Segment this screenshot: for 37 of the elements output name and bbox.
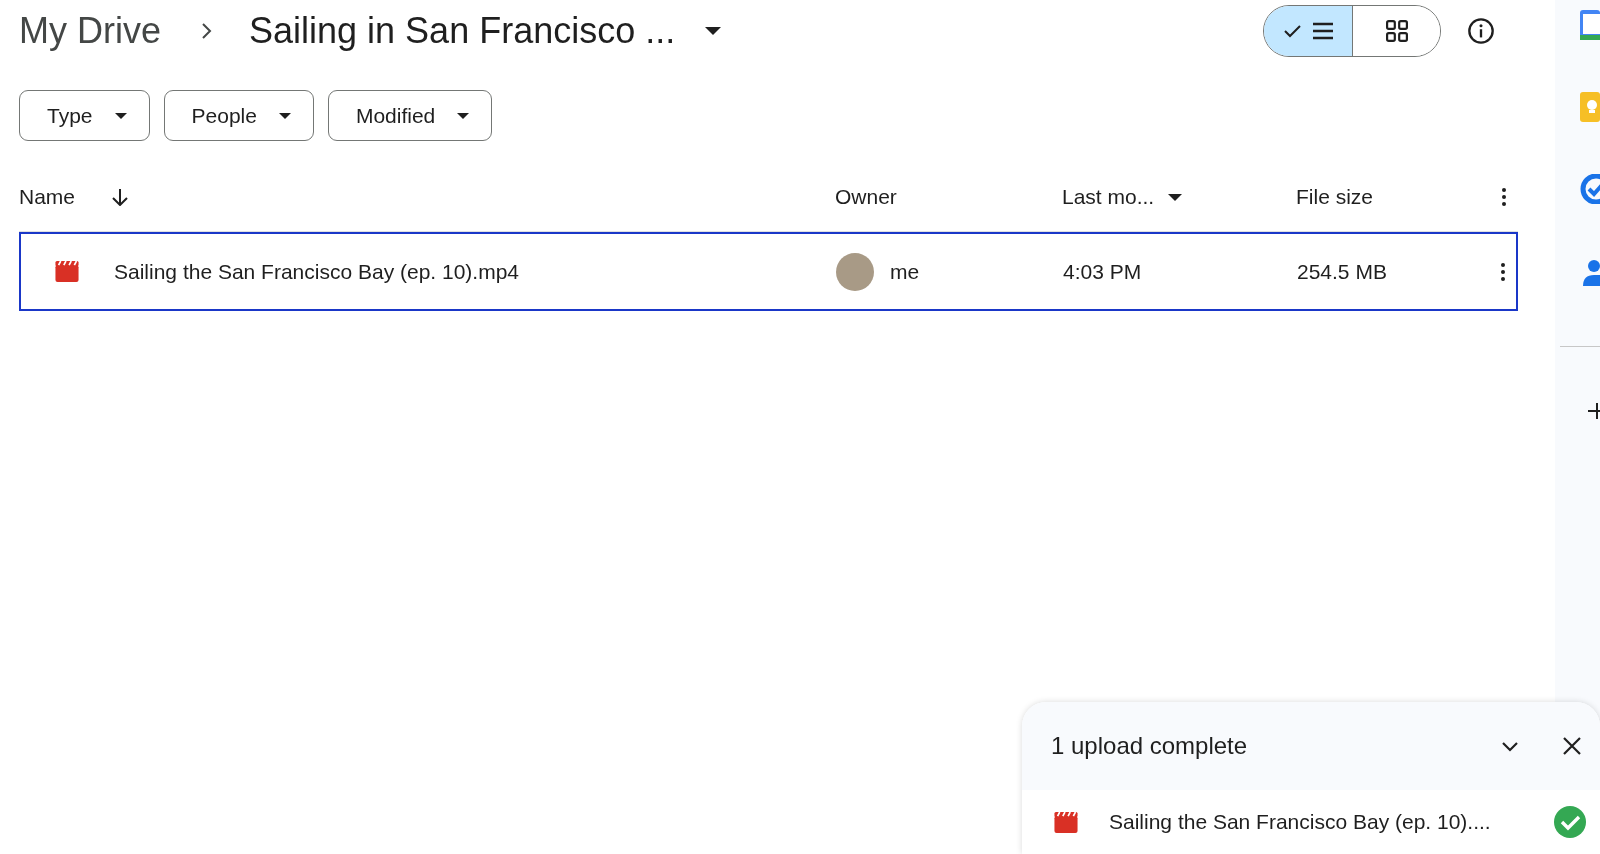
list-view-button[interactable]	[1264, 6, 1352, 56]
file-row[interactable]: Sailing the San Francisco Bay (ep. 10).mp4 me 4:03 PM 254.5 MB	[19, 232, 1518, 311]
column-header[interactable]: Owner	[835, 185, 897, 209]
add-icon[interactable]	[1588, 401, 1600, 421]
more-options-icon[interactable]	[1501, 262, 1505, 281]
info-icon[interactable]	[1467, 17, 1495, 45]
calendar-icon[interactable]	[1580, 10, 1600, 40]
uploaded-file-name[interactable]: Sailing the San Francisco Bay (ep. 10)....	[1109, 810, 1554, 834]
avatar	[836, 252, 874, 291]
breadcrumb-link[interactable]: My Drive	[19, 10, 161, 52]
column-header[interactable]: Last mo...	[1062, 185, 1155, 209]
upload-status-title: 1 upload complete	[1051, 732, 1249, 760]
filter-chip[interactable]: Modified	[327, 90, 493, 141]
filter-chip[interactable]: Type	[19, 90, 150, 141]
grid-icon	[1385, 20, 1408, 42]
file-size: 254.5 MB	[1297, 259, 1387, 284]
tasks-check-icon[interactable]	[1580, 174, 1600, 204]
column-header[interactable]: File size	[1296, 185, 1374, 209]
dropdown-caret-icon	[278, 112, 291, 119]
owner-name: me	[890, 259, 920, 284]
video-file-icon	[1053, 811, 1079, 833]
grid-view-button[interactable]	[1352, 6, 1440, 56]
file-name[interactable]: Sailing the San Francisco Bay (ep. 10).mp4	[114, 259, 520, 284]
chevron-right-icon	[201, 22, 213, 40]
sort-caret-icon[interactable]	[1168, 193, 1183, 201]
dropdown-caret-icon	[457, 112, 470, 119]
video-file-icon	[54, 261, 80, 282]
filter-chip[interactable]: People	[163, 90, 314, 141]
dropdown-caret-icon	[114, 112, 127, 119]
column-header[interactable]: Name	[19, 185, 76, 209]
folder-title[interactable]: Sailing in San Francisco ...	[249, 10, 676, 52]
list-icon	[1313, 22, 1333, 40]
modified-time: 4:03 PM	[1063, 259, 1142, 284]
sort-down-arrow-icon[interactable]	[111, 188, 130, 206]
more-options-icon[interactable]	[1502, 188, 1506, 206]
checkmark-icon	[1283, 22, 1303, 40]
dropdown-caret-icon[interactable]	[705, 27, 722, 35]
